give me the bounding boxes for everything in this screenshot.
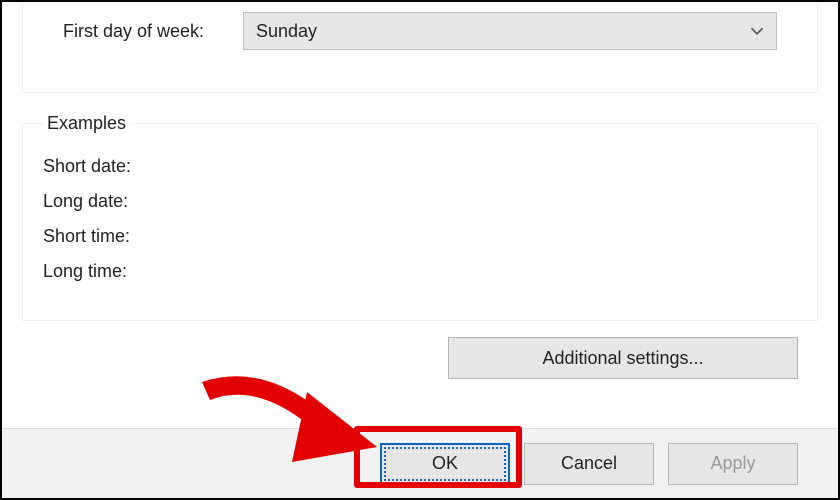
dialog-footer: OK Cancel Apply	[2, 428, 838, 498]
examples-groupbox: Examples Short date: Long date: Short ti…	[22, 113, 818, 321]
short-time-row: Short time:	[43, 226, 797, 247]
first-day-of-week-select[interactable]: Sunday	[243, 12, 777, 50]
date-formats-section: First day of week: Sunday	[22, 2, 818, 93]
long-date-row: Long date:	[43, 191, 797, 212]
long-time-label: Long time:	[43, 261, 127, 281]
first-day-of-week-label: First day of week:	[63, 21, 243, 42]
short-date-row: Short date:	[43, 156, 797, 177]
short-date-label: Short date:	[43, 156, 131, 176]
chevron-down-icon	[750, 24, 764, 38]
ok-button[interactable]: OK	[380, 443, 510, 485]
additional-settings-row: Additional settings...	[2, 321, 838, 379]
long-date-label: Long date:	[43, 191, 128, 211]
first-day-of-week-row: First day of week: Sunday	[63, 12, 777, 50]
long-time-row: Long time:	[43, 261, 797, 282]
examples-legend: Examples	[43, 113, 130, 134]
apply-button: Apply	[668, 443, 798, 485]
first-day-of-week-value: Sunday	[256, 21, 317, 42]
short-time-label: Short time:	[43, 226, 130, 246]
additional-settings-button[interactable]: Additional settings...	[448, 337, 798, 379]
cancel-button[interactable]: Cancel	[524, 443, 654, 485]
